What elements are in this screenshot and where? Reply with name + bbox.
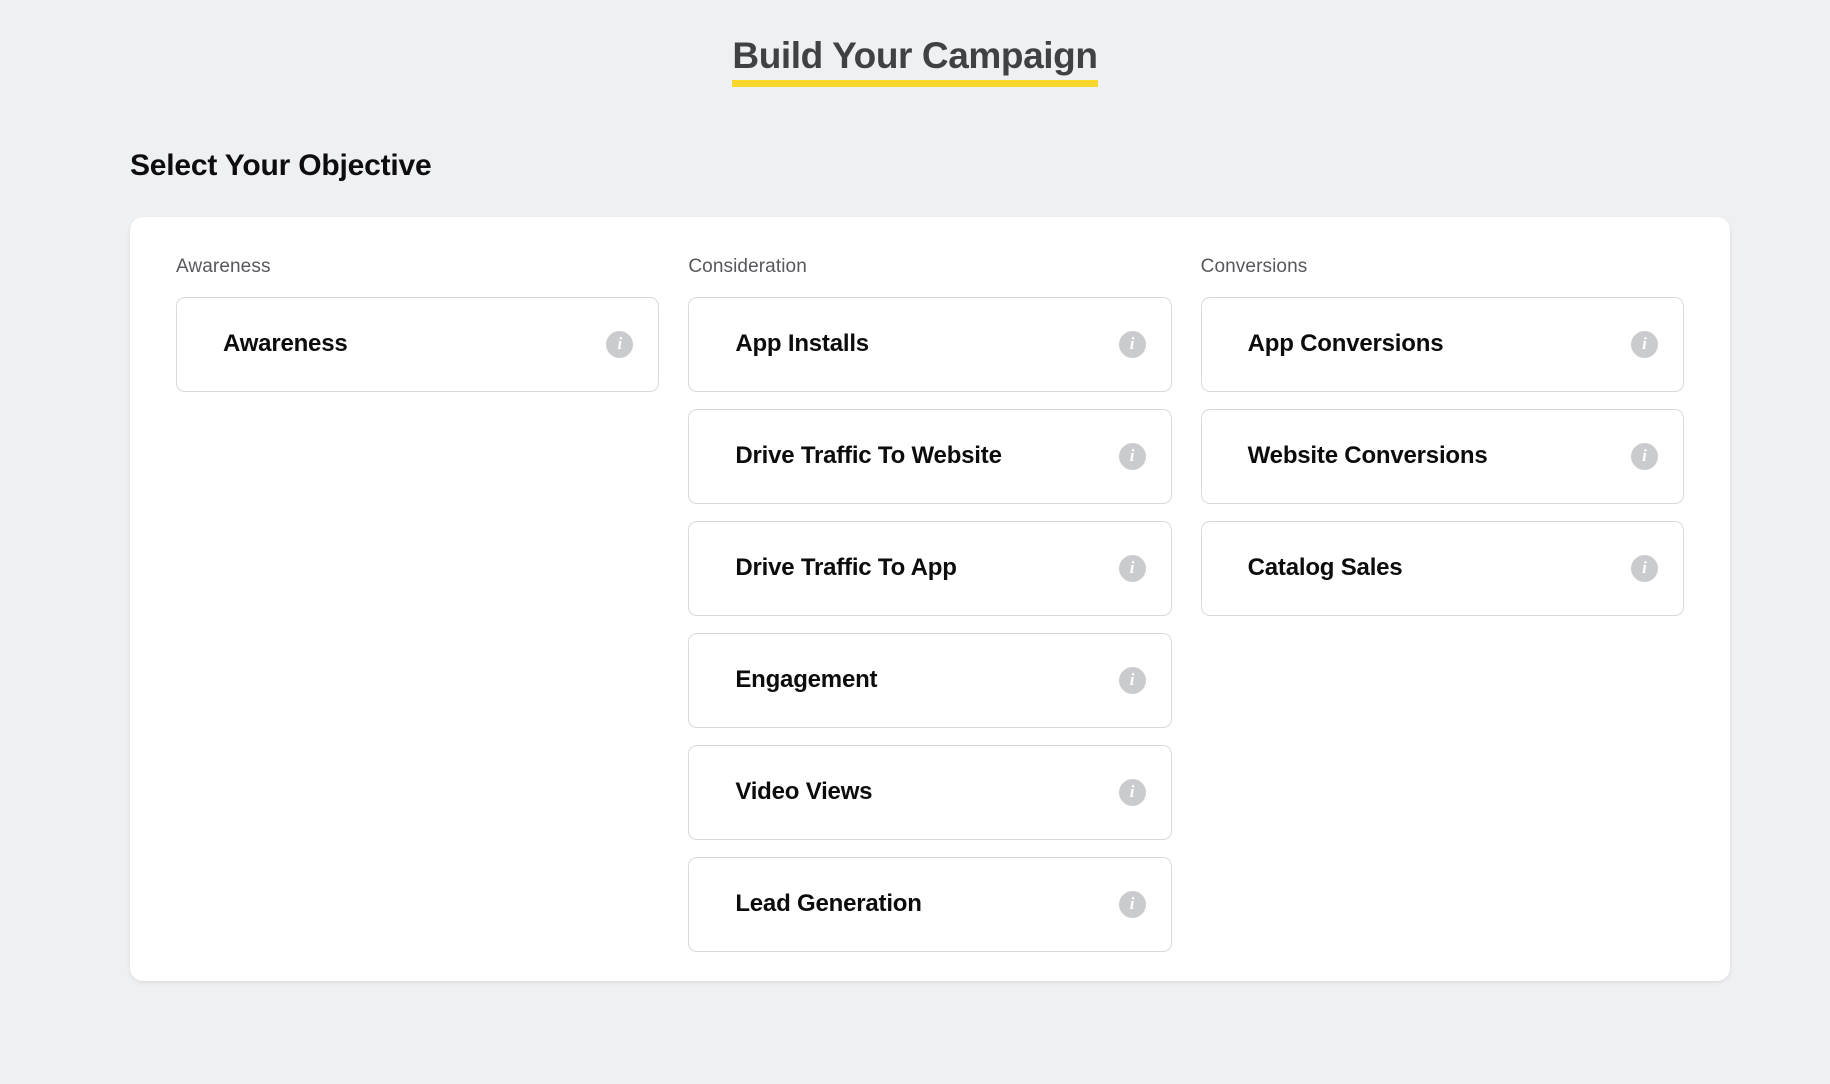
info-icon-glyph: i (1130, 783, 1135, 801)
column-label: Awareness (176, 256, 659, 278)
page-header: Build Your Campaign (0, 0, 1830, 87)
info-icon[interactable]: i (1119, 667, 1146, 694)
objective-tile[interactable]: Lead Generation i (688, 857, 1171, 952)
objective-tile[interactable]: Website Conversions i (1201, 409, 1684, 504)
objective-tile-label: Drive Traffic To Website (735, 442, 1001, 470)
objective-tile[interactable]: Drive Traffic To Website i (688, 409, 1171, 504)
objective-column: ConsiderationApp InstallsiDrive Traffic … (688, 256, 1171, 981)
objective-tile-label: Drive Traffic To App (735, 554, 956, 582)
objective-tile-label: App Conversions (1248, 330, 1444, 358)
column-label: Consideration (688, 256, 1171, 278)
objective-tile-label: Awareness (223, 330, 348, 358)
info-icon[interactable]: i (1119, 443, 1146, 470)
info-icon[interactable]: i (1631, 443, 1658, 470)
info-icon[interactable]: i (1631, 555, 1658, 582)
info-icon-glyph: i (1642, 559, 1647, 577)
column-label: Conversions (1201, 256, 1684, 278)
objective-tile-label: Website Conversions (1248, 442, 1488, 470)
objective-tile-label: Engagement (735, 666, 877, 694)
info-icon-glyph: i (1130, 447, 1135, 465)
info-icon[interactable]: i (1119, 555, 1146, 582)
info-icon-glyph: i (1130, 895, 1135, 913)
info-icon[interactable]: i (1119, 779, 1146, 806)
info-icon-glyph: i (617, 335, 622, 353)
objective-column: Awareness Awareness i (176, 256, 659, 981)
objective-tile[interactable]: Awareness i (176, 297, 659, 392)
info-icon-glyph: i (1642, 335, 1647, 353)
section-heading: Select Your Objective (130, 149, 1830, 183)
objective-tile[interactable]: Catalog Sales i (1201, 521, 1684, 616)
page-title-container: Build Your Campaign (732, 36, 1097, 87)
objective-tile[interactable]: Engagement i (688, 633, 1171, 728)
objective-selection-card: Awareness Awareness i Consideration App Inst… (130, 217, 1730, 981)
objective-tile[interactable]: Drive Traffic To App i (688, 521, 1171, 616)
objective-tile[interactable]: Video Views i (688, 745, 1171, 840)
objective-tile-label: App Installs (735, 330, 869, 358)
info-icon[interactable]: i (606, 331, 633, 358)
objective-tile-label: Lead Generation (735, 890, 921, 918)
objective-tile[interactable]: App Installs i (688, 297, 1171, 392)
objective-tile-label: Video Views (735, 778, 872, 806)
info-icon-glyph: i (1642, 447, 1647, 465)
objective-tile[interactable]: App Conversions i (1201, 297, 1684, 392)
info-icon-glyph: i (1130, 671, 1135, 689)
info-icon[interactable]: i (1119, 331, 1146, 358)
info-icon-glyph: i (1130, 335, 1135, 353)
objective-column: ConversionsApp ConversionsiWebsite Conve… (1201, 256, 1684, 981)
page-title: Build Your Campaign (732, 36, 1097, 77)
title-underline-accent (732, 80, 1097, 87)
info-icon[interactable]: i (1631, 331, 1658, 358)
info-icon-glyph: i (1130, 559, 1135, 577)
objective-tile-label: Catalog Sales (1248, 554, 1403, 582)
info-icon[interactable]: i (1119, 891, 1146, 918)
